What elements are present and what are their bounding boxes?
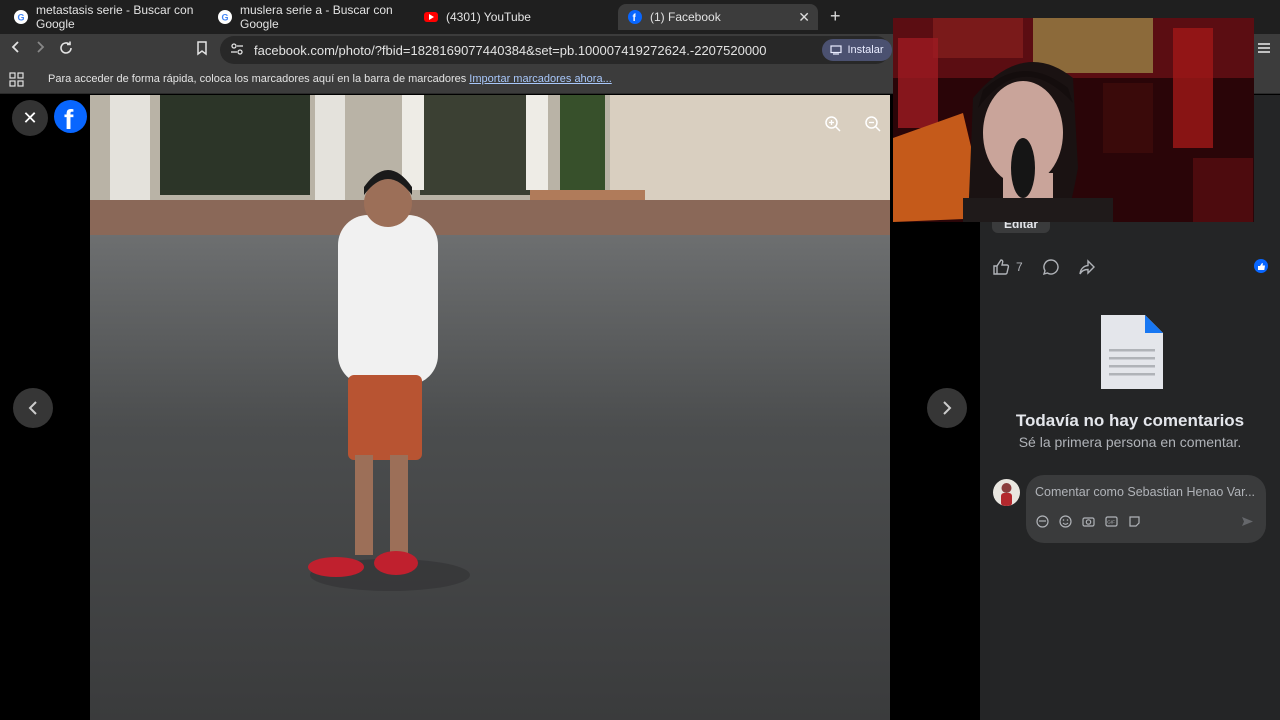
bookmarks-hint-text: Para acceder de forma rápida, coloca los… [48,73,467,85]
bookmarks-hint: Para acceder de forma rápida, coloca los… [48,73,612,85]
reload-button[interactable] [56,40,76,60]
tab-metastasis[interactable]: G metastasis serie - Buscar con Google [4,3,204,31]
svg-text:f: f [64,104,74,133]
like-count: 7 [1016,260,1023,274]
close-tab-icon[interactable]: ✕ [798,9,810,26]
webcam-overlay [893,18,1254,222]
previous-photo-button[interactable] [13,388,53,428]
bookmark-icon[interactable] [192,40,212,60]
emoji-icon[interactable] [1059,515,1072,528]
svg-text:G: G [222,13,229,23]
url-text: facebook.com/photo/?fbid=182816907744038… [254,43,767,58]
close-viewer-button[interactable]: ✕ [12,100,48,136]
like-button[interactable]: 7 [992,258,1023,276]
back-button[interactable] [6,40,26,60]
document-icon [1101,315,1163,394]
site-settings-icon[interactable] [230,42,244,61]
tab-muslera[interactable]: G muslera serie a - Buscar con Google [208,3,408,31]
tab-title: metastasis serie - Buscar con Google [36,3,194,31]
no-comments-subtitle: Sé la primera persona en comentar. [1018,434,1242,450]
comment-input[interactable]: Comentar como Sebastian Henao Var... GIF [1026,475,1266,543]
svg-text:G: G [18,13,25,23]
tab-title: (1) Facebook [650,10,721,24]
comment-icon[interactable] [1042,258,1060,281]
apps-grid-icon[interactable] [9,72,24,92]
avatar[interactable] [993,479,1020,506]
google-icon: G [14,10,28,24]
address-bar[interactable]: facebook.com/photo/?fbid=182816907744038… [220,36,890,64]
import-bookmarks-link[interactable]: Importar marcadores ahora... [469,73,611,85]
reaction-like-icon[interactable] [1254,259,1268,273]
facebook-logo-icon[interactable]: f [54,100,87,135]
tab-youtube[interactable]: (4301) YouTube [414,4,614,30]
facebook-icon: f [628,10,642,24]
sticker-icon[interactable] [1128,515,1141,528]
share-icon[interactable] [1078,258,1096,281]
tab-title: (4301) YouTube [446,10,531,24]
zoom-out-icon[interactable] [864,115,882,138]
new-tab-button[interactable]: + [830,6,841,27]
camera-icon[interactable] [1082,515,1095,528]
photo [90,95,890,720]
google-icon: G [218,10,232,24]
avatar-sticker-icon[interactable] [1036,515,1049,528]
comment-placeholder: Comentar como Sebastian Henao Var... [1035,485,1256,499]
tab-facebook[interactable]: f (1) Facebook ✕ [618,4,818,30]
comment-tools: GIF [1036,515,1141,528]
install-app-button[interactable]: Instalar [822,39,892,61]
send-icon[interactable] [1241,515,1254,533]
svg-text:f: f [633,13,637,22]
tab-title: muslera serie a - Buscar con Google [240,3,393,31]
no-comments-title: Todavía no hay comentarios [1015,411,1245,430]
gif-icon[interactable]: GIF [1105,515,1118,528]
install-label: Instalar [847,44,884,56]
forward-button[interactable] [30,40,50,60]
like-icon [993,259,1010,275]
zoom-in-icon[interactable] [824,115,842,138]
svg-text:GIF: GIF [1107,520,1115,525]
next-photo-button[interactable] [927,388,967,428]
monitor-icon [830,45,843,55]
youtube-icon [424,12,438,22]
menu-icon[interactable] [1254,40,1274,60]
photo-viewer: ✕ f [0,95,980,720]
